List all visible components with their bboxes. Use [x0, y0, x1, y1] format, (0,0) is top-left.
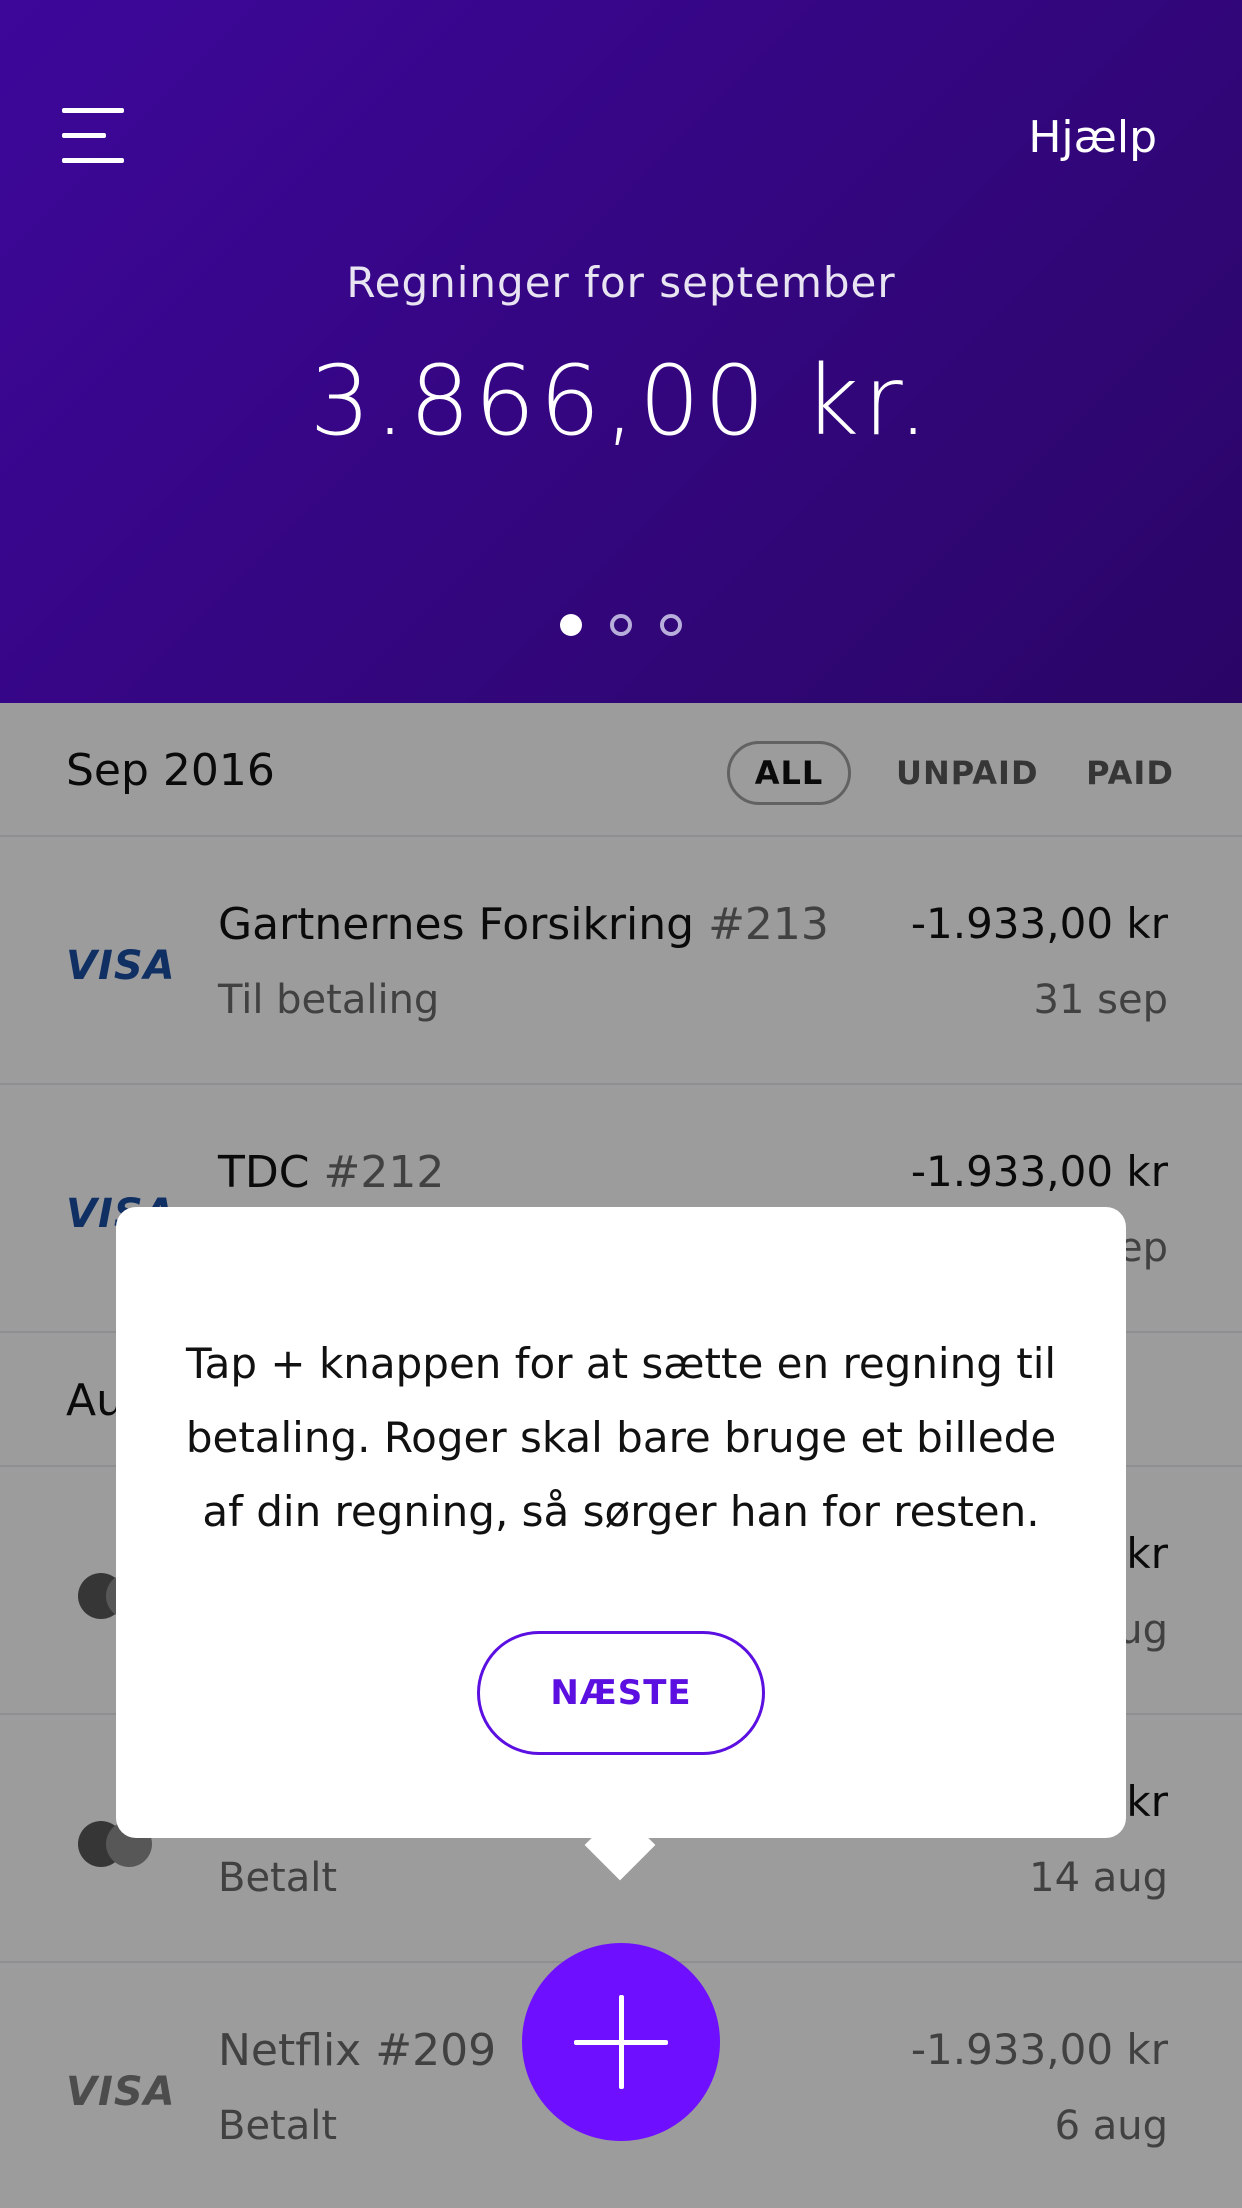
page-dot-3[interactable] [660, 614, 682, 636]
page-indicator[interactable] [0, 614, 1242, 640]
onboarding-tooltip: Tap + knappen for at sætte en regning ti… [116, 1207, 1126, 1838]
hero-subtitle: Regninger for september [346, 258, 896, 307]
add-bill-button[interactable] [522, 1943, 720, 2141]
page-dot-1[interactable] [560, 614, 582, 636]
next-button[interactable]: NÆSTE [477, 1631, 765, 1755]
hero-amount: 3.866,00 kr. [309, 345, 933, 457]
page-dot-2[interactable] [610, 614, 632, 636]
tooltip-text: Tap + knappen for at sætte en regning ti… [185, 1339, 1057, 1536]
header: Hjælp Regninger for september 3.866,00 k… [0, 0, 1242, 703]
menu-icon[interactable] [62, 108, 124, 164]
help-link[interactable]: Hjælp [1028, 112, 1157, 163]
